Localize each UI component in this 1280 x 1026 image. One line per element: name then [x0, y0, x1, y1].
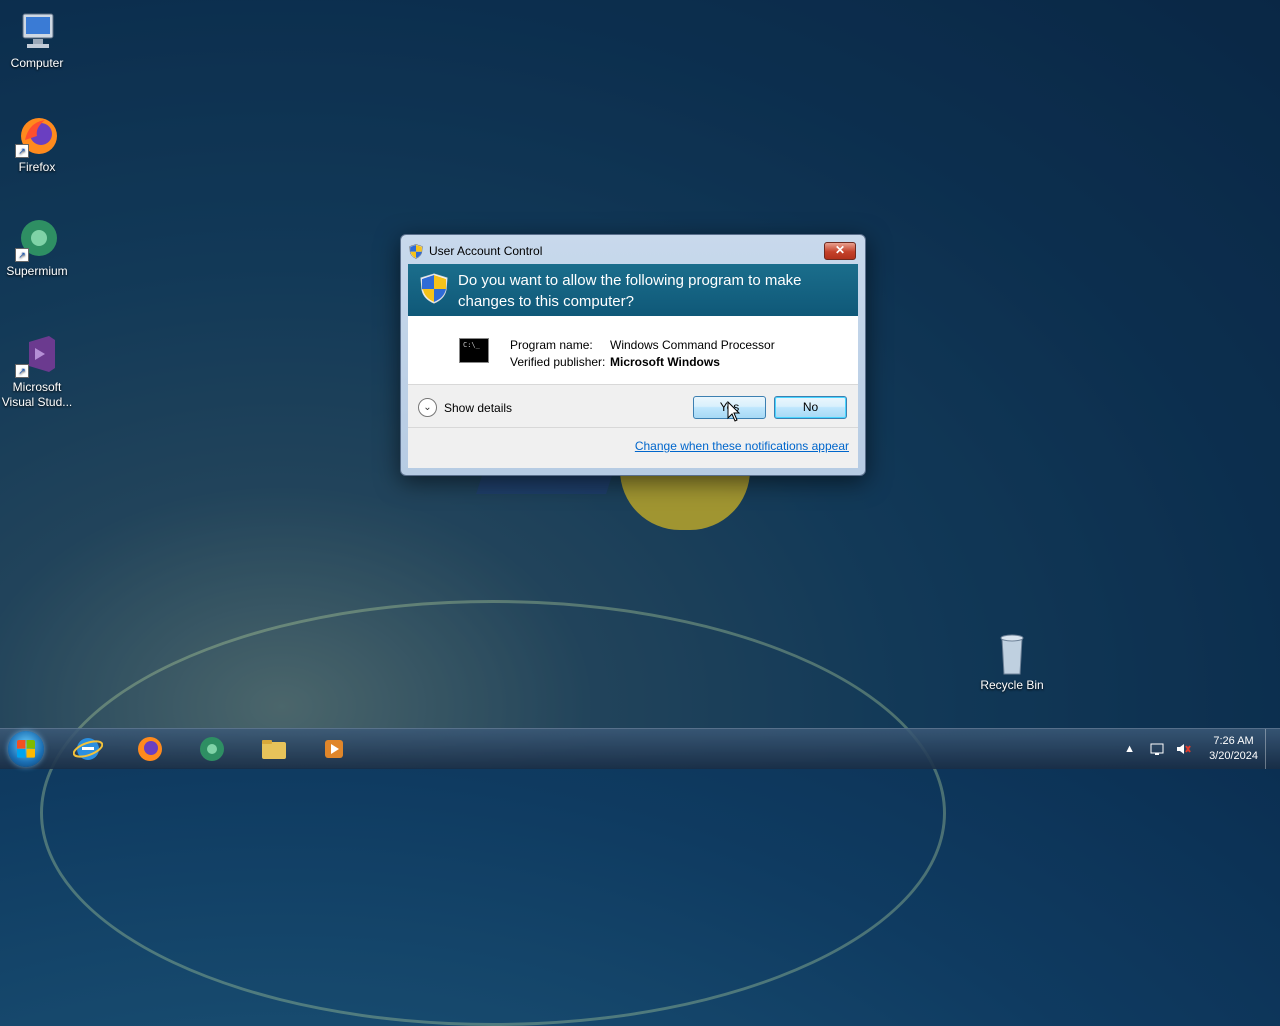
wallpaper-swirl	[40, 600, 946, 1026]
desktop-icon-label: Supermium	[6, 264, 68, 278]
taskbar: ▲ 7:26 AM 3/20/2024	[0, 728, 1280, 769]
tray-overflow-icon[interactable]: ▲	[1124, 743, 1135, 755]
show-desktop-button[interactable]	[1265, 729, 1280, 769]
program-info: Program name: Windows Command Processor …	[510, 337, 775, 371]
taskbar-internet-explorer[interactable]	[72, 733, 104, 765]
windows-logo-icon	[17, 740, 35, 758]
start-button[interactable]	[8, 731, 44, 767]
notification-settings-link[interactable]: Change when these notifications appear	[635, 439, 849, 453]
system-tray: ▲ 7:26 AM 3/20/2024	[1124, 729, 1280, 769]
taskbar-file-explorer[interactable]	[258, 733, 290, 765]
close-button[interactable]: ✕	[824, 242, 856, 260]
desktop-icon-label: Microsoft Visual Stud...	[1, 380, 73, 409]
program-name-row: Program name: Windows Command Processor	[510, 337, 775, 354]
publisher-value: Microsoft Windows	[610, 355, 720, 369]
clock-time: 7:26 AM	[1213, 735, 1254, 747]
desktop-icon-computer[interactable]: Computer	[0, 10, 74, 71]
uac-question: Do you want to allow the following progr…	[458, 272, 802, 310]
internet-explorer-icon	[73, 738, 103, 760]
dialog-titlebar: User Account Control	[409, 241, 542, 261]
uac-shield-icon	[409, 243, 423, 259]
command-prompt-icon: C:\_	[459, 338, 489, 363]
file-explorer-icon	[262, 740, 286, 759]
clock-date: 3/20/2024	[1209, 750, 1258, 762]
publisher-row: Verified publisher: Microsoft Windows	[510, 354, 775, 371]
clock[interactable]: 7:26 AM 3/20/2024	[1209, 734, 1258, 764]
desktop-icon-firefox[interactable]: ↗ Firefox	[0, 114, 74, 175]
shortcut-arrow-icon: ↗	[15, 144, 29, 158]
desktop-icon-label: Computer	[10, 56, 64, 70]
desktop-icon-label: Recycle Bin	[980, 678, 1044, 692]
uac-banner: Do you want to allow the following progr…	[408, 264, 858, 316]
mouse-cursor-icon	[727, 401, 741, 422]
show-details-toggle[interactable]: ⌄ Show details	[418, 398, 512, 417]
firefox-icon	[138, 737, 162, 761]
show-details-label: Show details	[444, 400, 513, 415]
desktop-icon-recycle-bin[interactable]: Recycle Bin	[975, 632, 1049, 693]
media-player-icon	[325, 740, 343, 758]
program-name-value: Windows Command Processor	[610, 338, 775, 352]
program-info-panel: C:\_ Program name: Windows Command Proce…	[408, 316, 858, 384]
network-icon[interactable]	[1149, 741, 1165, 757]
no-button[interactable]: No	[774, 396, 847, 419]
taskbar-supermium[interactable]	[196, 733, 228, 765]
dialog-title: User Account Control	[429, 244, 543, 258]
dialog-actions: ⌄ Show details Yes No	[408, 384, 858, 428]
chevron-down-icon[interactable]: ⌄	[418, 398, 437, 417]
recycle-bin-icon	[990, 632, 1034, 676]
publisher-label: Verified publisher:	[510, 355, 606, 369]
program-name-label: Program name:	[510, 338, 593, 352]
desktop-icon-label: Firefox	[18, 160, 56, 174]
uac-dialog: User Account Control ✕ Do you want to al…	[400, 234, 866, 476]
desktop-icon-visual-studio[interactable]: ↗ Microsoft Visual Stud...	[0, 334, 74, 410]
desktop-icon-supermium[interactable]: ↗ Supermium	[0, 218, 74, 279]
taskbar-firefox[interactable]	[134, 733, 166, 765]
uac-shield-icon	[420, 273, 448, 304]
visual-studio-icon: ↗	[15, 334, 59, 378]
taskbar-media-player[interactable]	[318, 733, 350, 765]
shortcut-arrow-icon: ↗	[15, 248, 29, 262]
dialog-footer: Change when these notifications appear	[408, 427, 858, 468]
supermium-icon: ↗	[15, 218, 59, 262]
computer-icon	[15, 10, 59, 54]
supermium-icon	[200, 737, 224, 761]
firefox-icon: ↗	[15, 114, 59, 158]
shortcut-arrow-icon: ↗	[15, 364, 29, 378]
volume-muted-icon[interactable]	[1175, 741, 1191, 757]
